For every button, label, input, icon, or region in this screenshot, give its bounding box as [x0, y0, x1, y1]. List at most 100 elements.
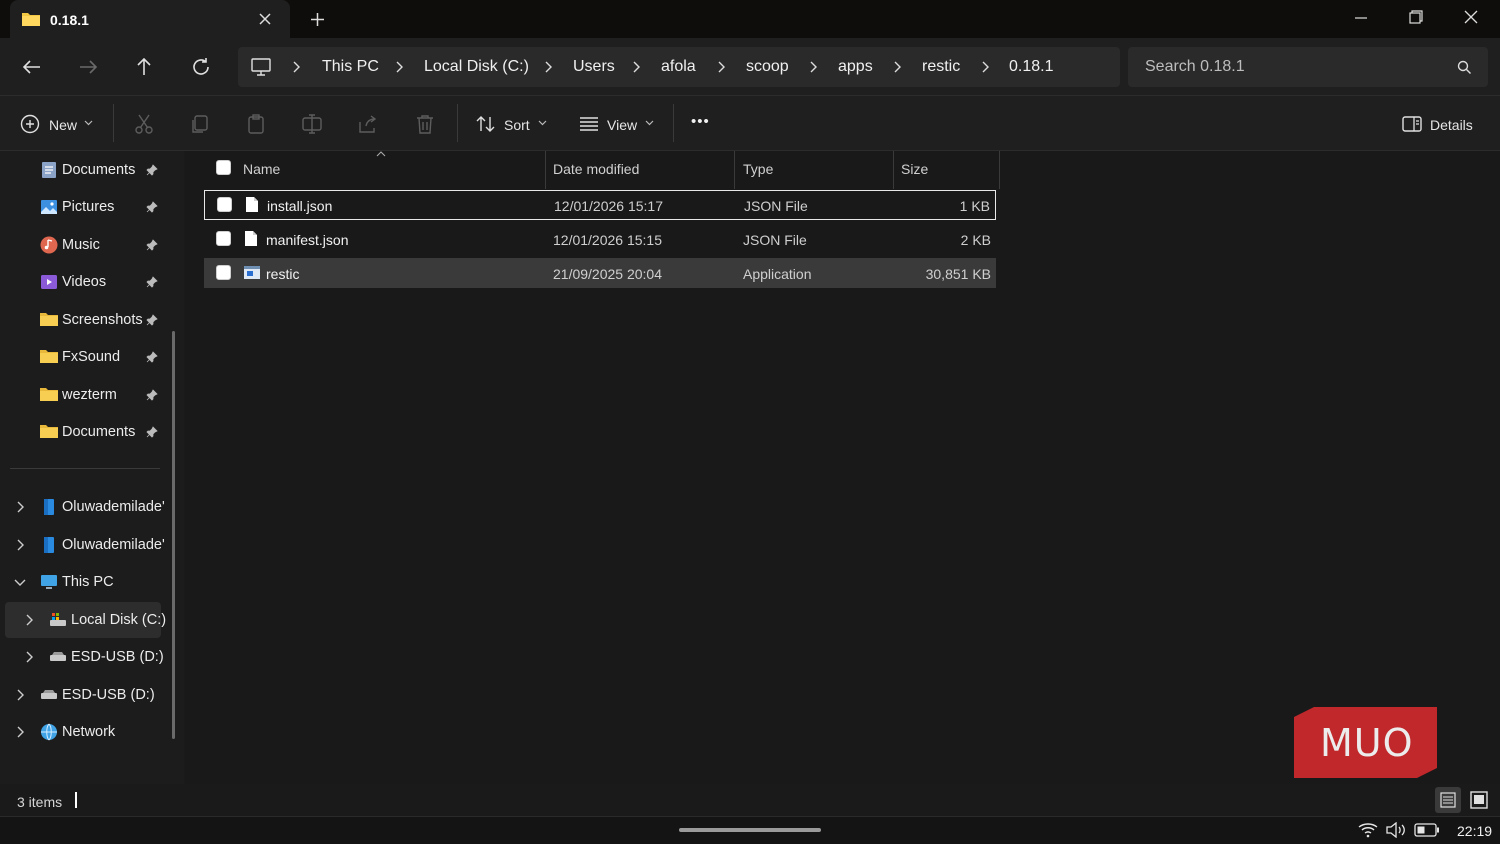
row-checkbox[interactable] — [217, 197, 232, 212]
details-pane-icon — [1402, 116, 1422, 132]
monitor-icon — [251, 58, 271, 76]
row-checkbox[interactable] — [216, 265, 231, 280]
chevron-down-icon[interactable] — [14, 576, 26, 588]
column-divider[interactable] — [999, 151, 1000, 189]
sidebar-item-documents-folder[interactable]: Documents — [0, 414, 170, 450]
search-box[interactable]: Search 0.18.1 — [1128, 47, 1488, 87]
sidebar-item-this-pc[interactable]: This PC — [0, 564, 170, 600]
close-window-icon[interactable] — [1464, 10, 1478, 24]
refresh-icon[interactable] — [189, 55, 213, 79]
breadcrumb-restic[interactable]: restic — [922, 58, 960, 76]
sidebar-item-fxsound[interactable]: FxSound — [0, 339, 170, 375]
back-arrow-icon[interactable] — [20, 55, 44, 79]
column-divider[interactable] — [545, 151, 546, 189]
chevron-right-icon[interactable] — [23, 614, 35, 626]
window-tab[interactable]: 0.18.1 — [10, 0, 290, 38]
restore-icon[interactable] — [1409, 10, 1423, 24]
column-header-date-modified[interactable]: Date modified — [553, 161, 639, 177]
chevron-right-icon — [631, 61, 641, 73]
pin-icon[interactable] — [146, 426, 158, 438]
volume-icon[interactable] — [1385, 822, 1407, 838]
sidebar-item-documents[interactable]: Documents — [0, 152, 170, 188]
videos-icon — [40, 273, 58, 291]
cut-icon[interactable] — [133, 113, 155, 135]
pin-icon[interactable] — [146, 201, 158, 213]
breadcrumb-local-disk[interactable]: Local Disk (C:) — [424, 58, 529, 76]
pin-icon[interactable] — [146, 314, 158, 326]
chevron-right-icon — [980, 61, 990, 73]
rename-icon[interactable] — [301, 113, 323, 135]
sidebar-item-pictures[interactable]: Pictures — [0, 189, 170, 225]
battery-icon[interactable] — [1414, 823, 1440, 837]
view-button[interactable]: View — [571, 104, 661, 144]
sidebar-item-label: Network — [62, 724, 116, 740]
sidebar-item-screenshots[interactable]: Screenshots — [0, 302, 170, 338]
pin-icon[interactable] — [146, 164, 158, 176]
file-type: Application — [743, 266, 812, 282]
table-row[interactable]: manifest.json 12/01/2026 15:15 JSON File… — [204, 224, 996, 254]
search-placeholder[interactable]: Search 0.18.1 — [1145, 58, 1245, 76]
new-tab-icon[interactable] — [310, 12, 325, 27]
chevron-right-icon[interactable] — [14, 501, 26, 513]
pin-icon[interactable] — [146, 276, 158, 288]
sidebar-scrollbar[interactable] — [172, 331, 175, 739]
pin-icon[interactable] — [146, 351, 158, 363]
breadcrumb-apps[interactable]: apps — [838, 58, 873, 76]
wifi-icon[interactable] — [1358, 822, 1378, 838]
sort-button[interactable]: Sort — [468, 104, 556, 144]
gesture-handle[interactable] — [679, 828, 821, 832]
table-row[interactable]: install.json 12/01/2026 15:17 JSON File … — [204, 190, 996, 220]
sidebar-item-label: ESD-USB (D:) — [62, 687, 155, 703]
column-header-size[interactable]: Size — [901, 161, 928, 177]
table-row[interactable]: restic 21/09/2025 20:04 Application 30,8… — [204, 258, 996, 288]
new-button[interactable]: New — [12, 104, 102, 144]
select-all-checkbox[interactable] — [216, 160, 231, 175]
breadcrumb-afola[interactable]: afola — [661, 58, 696, 76]
column-divider[interactable] — [734, 151, 735, 189]
clock-time[interactable]: 22:19 — [1457, 823, 1492, 839]
file-size: 30,851 KB — [925, 266, 991, 282]
breadcrumb-this-pc[interactable]: This PC — [322, 58, 379, 76]
column-header-name[interactable]: Name — [243, 161, 280, 177]
sidebar-item-onedrive-1[interactable]: Oluwademilade' — [0, 489, 170, 525]
details-view-icon[interactable] — [1435, 787, 1461, 813]
local-disk-icon — [49, 611, 67, 629]
sidebar-item-videos[interactable]: Videos — [0, 264, 170, 300]
sidebar-item-music[interactable]: Music — [0, 227, 170, 263]
pin-icon[interactable] — [146, 239, 158, 251]
sidebar-item-local-disk[interactable]: Local Disk (C:) — [5, 602, 166, 638]
breadcrumb-current-folder[interactable]: 0.18.1 — [1009, 58, 1053, 76]
copy-icon[interactable] — [189, 113, 211, 135]
search-icon[interactable] — [1457, 60, 1472, 75]
forward-arrow-icon[interactable] — [76, 55, 100, 79]
up-arrow-icon[interactable] — [132, 55, 156, 79]
column-divider[interactable] — [893, 151, 894, 189]
more-options-button[interactable]: ••• — [691, 113, 710, 130]
sidebar-item-network[interactable]: Network — [0, 714, 170, 750]
column-header-type[interactable]: Type — [743, 161, 773, 177]
minimize-icon[interactable] — [1354, 16, 1368, 20]
breadcrumb-users[interactable]: Users — [573, 58, 615, 76]
chevron-right-icon[interactable] — [14, 689, 26, 701]
row-checkbox[interactable] — [216, 231, 231, 246]
delete-icon[interactable] — [414, 113, 436, 135]
sidebar-item-onedrive-2[interactable]: Oluwademilade' — [0, 527, 170, 563]
paste-icon[interactable] — [245, 113, 267, 135]
file-list: Name Date modified Type Size install.jso… — [185, 151, 1500, 784]
breadcrumb-scoop[interactable]: scoop — [746, 58, 789, 76]
chevron-right-icon[interactable] — [14, 539, 26, 551]
pin-icon[interactable] — [146, 389, 158, 401]
large-icons-view-icon[interactable] — [1466, 787, 1492, 813]
file-name: install.json — [267, 198, 333, 214]
address-bar[interactable]: This PC Local Disk (C:) Users afola scoo… — [238, 47, 1120, 87]
sidebar-item-esd-usb-child[interactable]: ESD-USB (D:) — [0, 639, 170, 675]
chevron-right-icon[interactable] — [14, 726, 26, 738]
file-date: 21/09/2025 20:04 — [553, 266, 662, 282]
close-tab-icon[interactable] — [258, 12, 272, 26]
share-icon[interactable] — [357, 113, 379, 135]
details-pane-button[interactable]: Details — [1396, 104, 1486, 144]
sidebar-item-label: Pictures — [62, 199, 115, 215]
sidebar-item-wezterm[interactable]: wezterm — [0, 377, 170, 413]
chevron-right-icon[interactable] — [23, 651, 35, 663]
sidebar-item-esd-usb[interactable]: ESD-USB (D:) — [0, 677, 170, 713]
